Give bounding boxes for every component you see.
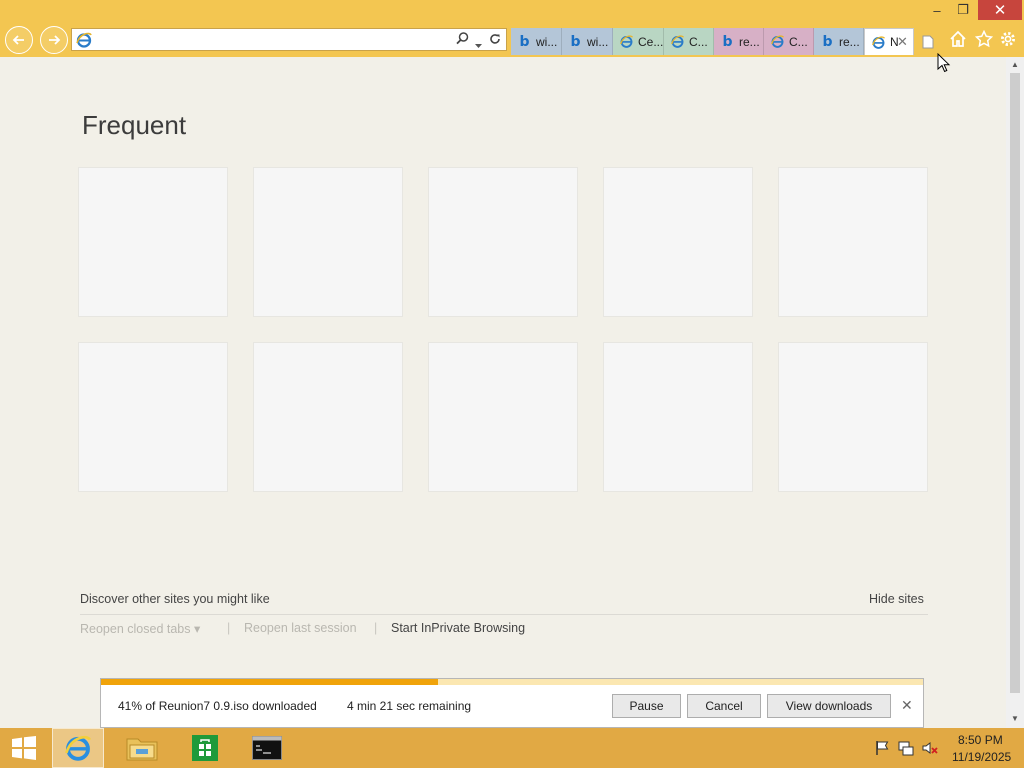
tab-label: C...	[789, 34, 808, 49]
ie-icon	[619, 34, 634, 49]
close-window-button[interactable]: ✕	[978, 0, 1022, 20]
home-icon[interactable]	[946, 28, 970, 50]
taskbar-store[interactable]	[176, 728, 234, 768]
tab-label: wi...	[536, 34, 558, 49]
new-tab-icon	[922, 35, 934, 48]
address-bar[interactable]	[71, 28, 507, 51]
page-title: Frequent	[82, 110, 187, 140]
terminal-icon	[252, 736, 282, 760]
tab-7[interactable]: b re...	[814, 28, 864, 55]
volume-muted-icon[interactable]	[922, 740, 938, 756]
frequent-site-tile[interactable]	[428, 167, 578, 317]
new-tab-button[interactable]	[916, 28, 940, 55]
tab-4[interactable]: C...	[664, 28, 714, 55]
download-time-remaining: 4 min 21 sec remaining	[347, 699, 472, 713]
folder-icon	[126, 738, 158, 761]
mouse-cursor-icon	[937, 52, 951, 78]
tab-5[interactable]: b re...	[714, 28, 764, 55]
clock-time[interactable]: 8:50 PM	[958, 733, 1003, 747]
frequent-site-tile[interactable]	[253, 342, 403, 492]
store-bag-icon	[192, 735, 218, 761]
close-tab-icon[interactable]: ✕	[897, 34, 908, 50]
back-button[interactable]	[5, 26, 33, 54]
ie-icon	[770, 34, 785, 49]
tab-label: re...	[739, 34, 760, 49]
taskbar-file-explorer[interactable]	[114, 728, 170, 768]
windows-logo-icon	[12, 736, 36, 760]
tab-active-new-tab[interactable]: N ✕	[864, 28, 914, 55]
download-progress-fill	[101, 679, 439, 685]
reopen-last-session-link[interactable]: Reopen last session	[244, 621, 357, 635]
taskbar-internet-explorer[interactable]	[52, 728, 104, 768]
ie-icon	[670, 34, 685, 49]
bing-icon: b	[570, 33, 581, 50]
ie-icon	[871, 35, 886, 50]
start-inprivate-link[interactable]: Start InPrivate Browsing	[391, 621, 525, 635]
frequent-site-tile[interactable]	[78, 342, 228, 492]
favorites-star-icon[interactable]	[972, 28, 996, 50]
action-center-flag-icon[interactable]	[874, 740, 890, 756]
tab-2[interactable]: b wi...	[562, 28, 613, 55]
frequent-site-tile[interactable]	[428, 342, 578, 492]
tab-label: re...	[839, 34, 860, 49]
scrollbar-thumb[interactable]	[1010, 73, 1020, 693]
pause-button[interactable]: Pause	[612, 694, 681, 718]
tab-6[interactable]: C...	[764, 28, 814, 55]
frequent-site-tile[interactable]	[253, 167, 403, 317]
new-tab-page: Frequent Discover other sites you might …	[0, 57, 1006, 728]
address-input[interactable]	[96, 31, 416, 48]
tab-label: C...	[689, 34, 708, 49]
ie-icon	[65, 735, 91, 761]
forward-button[interactable]	[40, 26, 68, 54]
search-icon[interactable]	[455, 31, 470, 51]
cancel-button[interactable]: Cancel	[687, 694, 761, 718]
tab-3[interactable]: Ce...	[613, 28, 664, 55]
download-notification-bar: 41% of Reunion7 0.9.iso downloaded 4 min…	[100, 678, 924, 728]
divider	[80, 614, 928, 615]
arrow-left-icon	[12, 35, 24, 45]
bing-icon: b	[722, 33, 733, 50]
bing-icon: b	[822, 33, 833, 50]
ie-icon	[75, 31, 93, 54]
discover-sites-text: Discover other sites you might like	[80, 592, 270, 606]
scroll-up-arrow[interactable]: ▲	[1006, 57, 1024, 71]
bing-icon: b	[519, 33, 530, 50]
hide-sites-link[interactable]: Hide sites	[869, 592, 924, 606]
frequent-site-tile[interactable]	[603, 342, 753, 492]
reopen-closed-tabs-link[interactable]: Reopen closed tabs ▾	[80, 621, 200, 636]
close-icon[interactable]: ✕	[901, 697, 913, 714]
reopen-closed-tabs-label: Reopen closed tabs	[80, 622, 191, 636]
start-button[interactable]	[0, 728, 48, 768]
download-progress-track	[101, 679, 923, 685]
tab-label: wi...	[587, 34, 609, 49]
frequent-site-tile[interactable]	[603, 167, 753, 317]
taskbar-command-prompt[interactable]	[238, 728, 296, 768]
taskbar: 8:50 PM 11/19/2025	[0, 728, 1024, 768]
network-icon[interactable]	[898, 740, 914, 756]
title-bar: – ❐ ✕ b wi... b wi... Ce... C... b re...…	[0, 0, 1024, 57]
tab-1[interactable]: b wi...	[511, 28, 562, 55]
frequent-site-tile[interactable]	[78, 167, 228, 317]
restore-button[interactable]: ❐	[950, 0, 976, 20]
arrow-right-icon	[49, 35, 61, 45]
separator: |	[227, 621, 231, 635]
refresh-icon[interactable]	[488, 32, 502, 51]
frequent-site-tile[interactable]	[778, 342, 928, 492]
chevron-down-icon[interactable]	[474, 36, 483, 54]
view-downloads-button[interactable]: View downloads	[767, 694, 891, 718]
minimize-button[interactable]: –	[924, 0, 950, 20]
tab-label: Ce...	[638, 34, 664, 49]
clock-date[interactable]: 11/19/2025	[952, 750, 1011, 764]
scroll-down-arrow[interactable]: ▼	[1006, 711, 1024, 725]
caret-down-icon: ▾	[193, 622, 201, 636]
separator: |	[374, 621, 378, 635]
download-status-text: 41% of Reunion7 0.9.iso downloaded	[118, 699, 317, 713]
gear-icon[interactable]	[996, 28, 1020, 50]
vertical-scrollbar[interactable]: ▲ ▼	[1006, 57, 1024, 728]
frequent-site-tile[interactable]	[778, 167, 928, 317]
